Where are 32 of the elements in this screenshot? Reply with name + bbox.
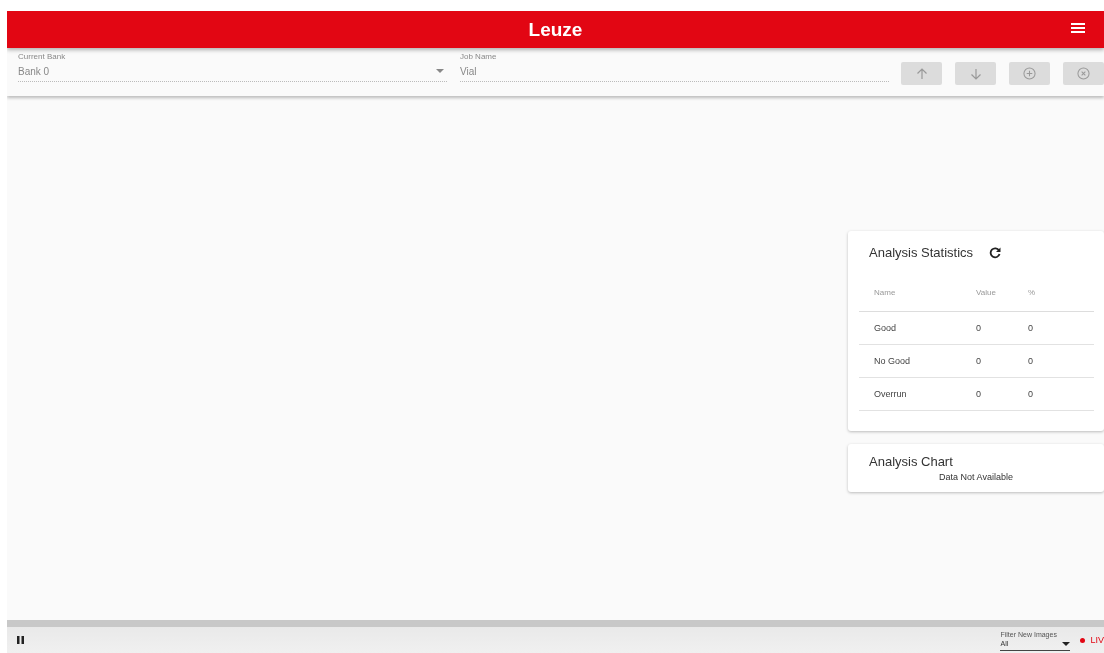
column-header: % <box>1027 274 1094 312</box>
table-cell: 0 <box>1027 377 1094 411</box>
refresh-button[interactable] <box>989 246 1002 259</box>
brand-logo: Leuze <box>528 18 583 41</box>
empty-message: Data Not Available <box>939 472 1013 482</box>
card-title: Analysis Chart <box>869 454 954 469</box>
plus-circle-icon <box>1023 67 1036 80</box>
bank-select[interactable]: Current Bank Bank 0 <box>18 52 447 82</box>
table-cell: 0 <box>975 377 1027 411</box>
close-circle-icon <box>1077 67 1090 80</box>
dropdown-caret-icon <box>436 69 444 73</box>
column-header: Value <box>975 274 1027 312</box>
column-header: Name <box>859 274 975 312</box>
live-dot-icon <box>1080 637 1086 643</box>
pause-icon <box>17 636 24 644</box>
table-cell: 0 <box>975 344 1027 378</box>
pause-button[interactable] <box>17 636 24 644</box>
table-cell: 0 <box>1027 311 1094 345</box>
table-cell: 0 <box>1027 344 1094 378</box>
card-title: Analysis Statistics <box>869 245 974 260</box>
refresh-icon <box>989 246 1002 259</box>
dropdown-caret-icon <box>1062 641 1071 646</box>
arrow-up-icon <box>915 67 928 80</box>
arrow-down-icon <box>969 67 982 80</box>
menu-button[interactable] <box>1071 23 1085 33</box>
job-name-field[interactable]: Job Name Vial <box>460 52 889 82</box>
menu-icon <box>1071 23 1085 33</box>
table-cell: 0 <box>975 311 1027 345</box>
table-cell: No Good <box>859 344 975 378</box>
table-cell: Overrun <box>859 377 975 411</box>
live-indicator: LIV <box>1090 635 1104 645</box>
table-cell: Good <box>859 311 975 345</box>
